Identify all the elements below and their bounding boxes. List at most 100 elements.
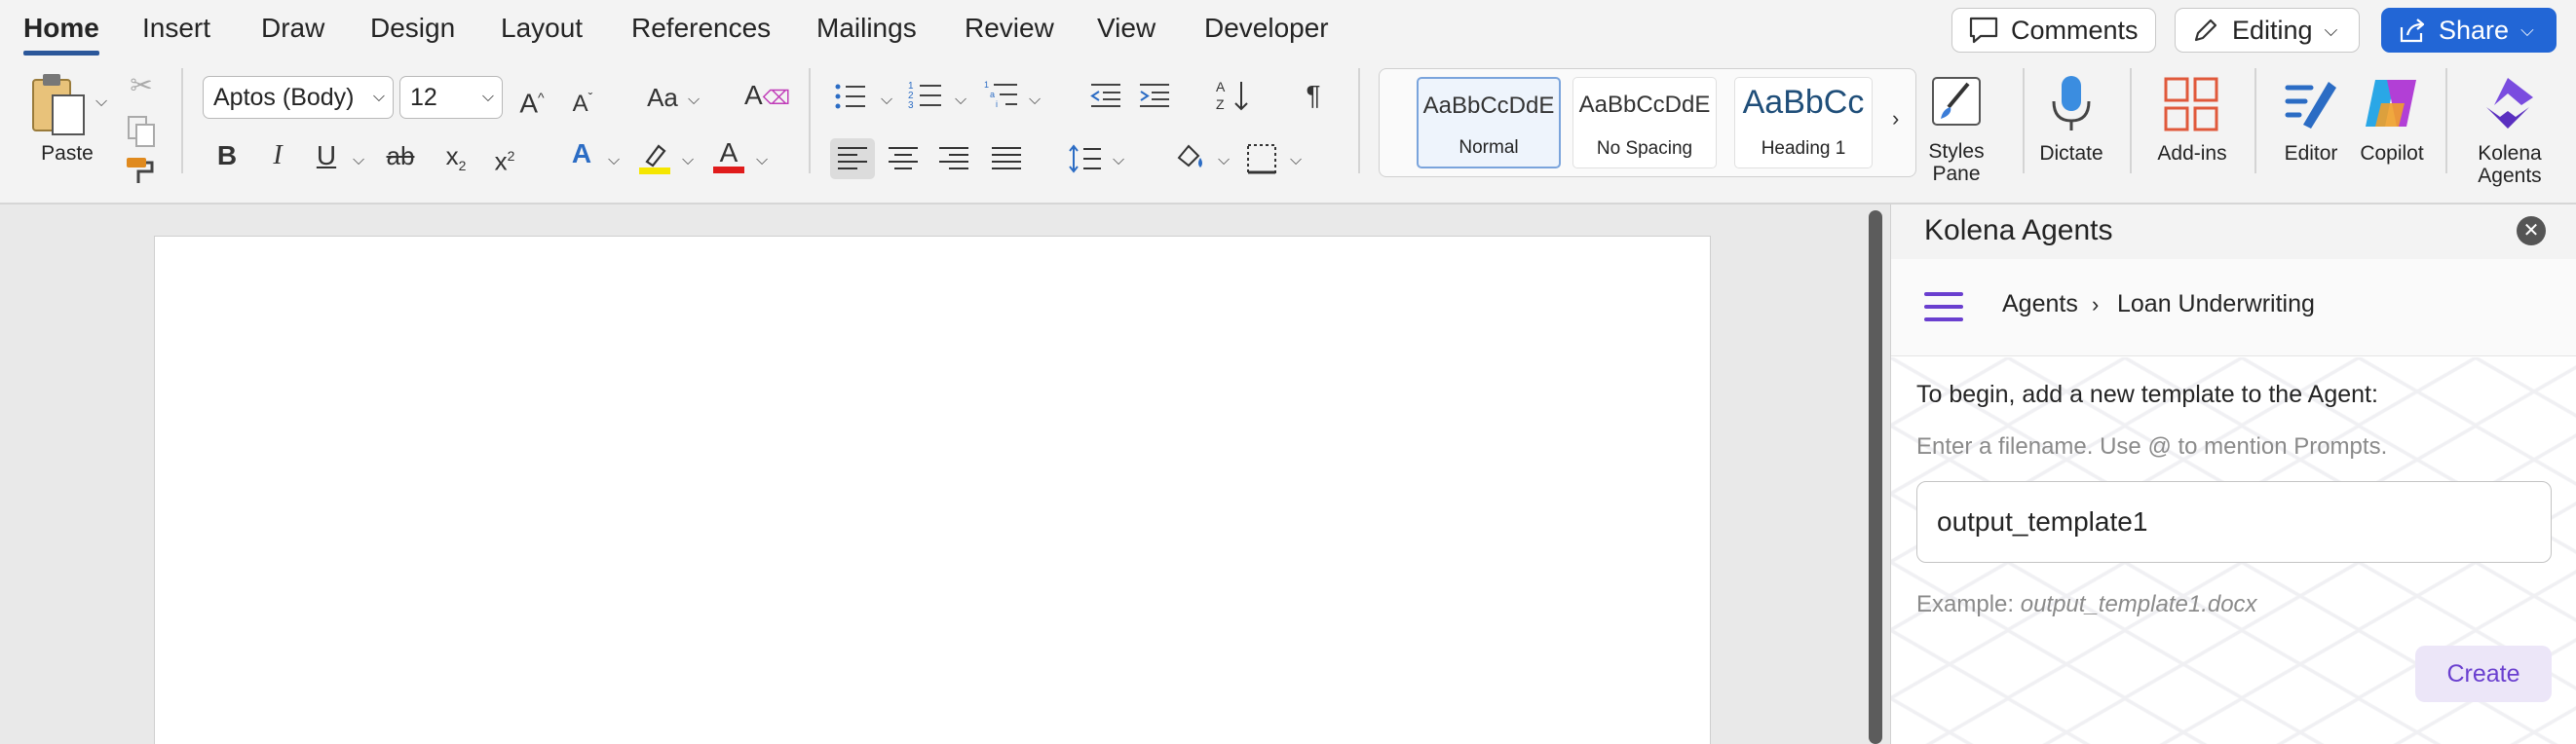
decrease-indent-icon[interactable] bbox=[1089, 82, 1122, 114]
svg-text:A: A bbox=[720, 138, 739, 167]
ribbon-tab-bar: Home Insert Draw Design Layout Reference… bbox=[0, 0, 2576, 60]
font-size-dropdown[interactable]: 12 ⌵ bbox=[399, 76, 503, 119]
pane-header: Kolena Agents ✕ bbox=[1891, 205, 2576, 259]
editing-mode-button[interactable]: Editing ⌵ bbox=[2175, 8, 2360, 53]
paste-button[interactable] bbox=[29, 72, 90, 140]
add-ins-icon[interactable] bbox=[2163, 76, 2219, 137]
style-preview: AaBbCcDdE bbox=[1578, 92, 1711, 118]
tab-layout[interactable]: Layout bbox=[501, 12, 583, 51]
text-effects-icon[interactable]: A bbox=[565, 138, 598, 169]
strikethrough-icon[interactable]: ab bbox=[382, 140, 419, 171]
borders-icon[interactable] bbox=[1245, 142, 1278, 180]
chevron-down-icon[interactable]: ⌵ bbox=[1290, 152, 1302, 169]
editing-label: Editing bbox=[2232, 15, 2313, 45]
style-name: Heading 1 bbox=[1761, 138, 1846, 159]
tab-insert[interactable]: Insert bbox=[142, 12, 210, 51]
align-left-button[interactable] bbox=[830, 138, 875, 179]
tab-references[interactable]: References bbox=[631, 12, 771, 51]
chevron-down-icon[interactable]: ⌵ bbox=[608, 152, 620, 169]
justify-icon[interactable] bbox=[990, 142, 1023, 180]
chevron-down-icon[interactable]: ⌵ bbox=[756, 152, 768, 169]
align-center-icon[interactable] bbox=[887, 142, 920, 180]
font-color-icon[interactable]: A bbox=[711, 137, 746, 180]
chevron-down-icon[interactable]: ⌵ bbox=[955, 92, 966, 109]
chevron-right-icon[interactable]: › bbox=[1892, 106, 1899, 131]
chevron-down-icon: ⌵ bbox=[372, 89, 385, 105]
subscript-icon[interactable]: x2 bbox=[440, 140, 472, 181]
chevron-down-icon[interactable]: ⌵ bbox=[688, 92, 700, 109]
shading-icon[interactable] bbox=[1173, 140, 1208, 178]
styles-pane-icon[interactable] bbox=[1929, 74, 1984, 133]
ribbon-divider bbox=[2130, 68, 2132, 173]
tab-developer[interactable]: Developer bbox=[1204, 12, 1329, 51]
bullets-icon[interactable] bbox=[834, 82, 867, 116]
cut-icon[interactable]: ✂ bbox=[125, 70, 158, 101]
document-canvas bbox=[0, 205, 1890, 744]
comments-label: Comments bbox=[2011, 15, 2139, 45]
italic-icon[interactable]: I bbox=[263, 140, 292, 171]
ribbon-divider bbox=[2445, 68, 2447, 173]
numbering-icon[interactable]: 123 bbox=[908, 80, 943, 116]
add-ins-label: Add-ins bbox=[2157, 142, 2227, 165]
breadcrumb-agents[interactable]: Agents bbox=[2002, 290, 2078, 318]
style-heading-1[interactable]: AaBbCc Heading 1 bbox=[1734, 77, 1873, 168]
tab-view[interactable]: View bbox=[1097, 12, 1155, 51]
pane-title: Kolena Agents bbox=[1924, 214, 2113, 246]
grow-font-icon[interactable]: A^ bbox=[514, 82, 549, 119]
chevron-down-icon[interactable]: ⌵ bbox=[1029, 92, 1041, 109]
kolena-agents-pane: Kolena Agents ✕ Agents › Loan Underwriti… bbox=[1890, 205, 2576, 744]
vertical-scrollbar[interactable] bbox=[1869, 210, 1882, 744]
clear-formatting-icon[interactable]: A⌫ bbox=[744, 80, 790, 114]
editor-icon[interactable] bbox=[2282, 74, 2338, 137]
line-spacing-icon[interactable] bbox=[1068, 142, 1103, 180]
tab-review[interactable]: Review bbox=[965, 12, 1054, 51]
tab-design[interactable]: Design bbox=[370, 12, 455, 51]
font-size-value: 12 bbox=[410, 83, 437, 111]
sort-icon[interactable]: AZ bbox=[1216, 78, 1251, 118]
style-name: No Spacing bbox=[1596, 138, 1693, 159]
underline-icon[interactable]: U bbox=[312, 140, 341, 171]
chevron-down-icon[interactable]: ⌵ bbox=[353, 152, 364, 169]
copy-icon[interactable] bbox=[125, 115, 158, 153]
copilot-icon[interactable] bbox=[2362, 74, 2420, 137]
chevron-down-icon[interactable]: ⌵ bbox=[1218, 152, 1230, 169]
tab-mailings[interactable]: Mailings bbox=[816, 12, 917, 51]
highlight-color-icon[interactable] bbox=[637, 140, 672, 180]
close-icon[interactable]: ✕ bbox=[2517, 216, 2546, 245]
font-name-dropdown[interactable]: Aptos (Body) ⌵ bbox=[203, 76, 394, 119]
kolena-agents-icon[interactable] bbox=[2479, 74, 2537, 137]
bold-icon[interactable]: B bbox=[212, 140, 242, 171]
create-button[interactable]: Create bbox=[2415, 646, 2552, 702]
chevron-down-icon[interactable]: ⌵ bbox=[881, 92, 892, 109]
paste-options-chevron-icon[interactable]: ⌵ bbox=[95, 93, 107, 111]
document-page[interactable] bbox=[154, 236, 1711, 744]
superscript-icon[interactable]: x2 bbox=[489, 140, 520, 177]
style-normal[interactable]: AaBbCcDdE Normal bbox=[1417, 77, 1561, 168]
filename-input[interactable] bbox=[1916, 481, 2552, 563]
styles-gallery: AaBbCcDdE Normal AaBbCcDdE No Spacing Aa… bbox=[1379, 68, 1916, 177]
microphone-icon[interactable] bbox=[2050, 74, 2093, 137]
chevron-right-icon: › bbox=[2092, 292, 2100, 316]
font-name-value: Aptos (Body) bbox=[213, 83, 355, 111]
increase-indent-icon[interactable] bbox=[1138, 82, 1171, 114]
tab-home[interactable]: Home bbox=[23, 12, 99, 56]
show-formatting-marks-icon[interactable]: ¶ bbox=[1298, 80, 1329, 111]
clipboard-icon bbox=[32, 74, 85, 135]
chevron-down-icon: ⌵ bbox=[481, 89, 494, 105]
change-case-button[interactable]: Aa bbox=[643, 82, 682, 113]
style-no-spacing[interactable]: AaBbCcDdE No Spacing bbox=[1572, 77, 1717, 168]
chevron-down-icon[interactable]: ⌵ bbox=[682, 152, 694, 169]
tab-draw[interactable]: Draw bbox=[261, 12, 324, 51]
share-button[interactable]: Share ⌵ bbox=[2381, 8, 2557, 53]
chevron-down-icon[interactable]: ⌵ bbox=[1113, 152, 1124, 169]
hamburger-menu-icon[interactable] bbox=[1924, 292, 1963, 321]
multilevel-list-icon[interactable]: 1ai bbox=[984, 80, 1019, 116]
chevron-down-icon: ⌵ bbox=[2520, 19, 2534, 40]
format-painter-icon[interactable] bbox=[123, 154, 158, 192]
paste-label: Paste bbox=[41, 142, 94, 165]
comments-button[interactable]: Comments bbox=[1951, 8, 2156, 53]
svg-text:Z: Z bbox=[1216, 96, 1225, 112]
align-right-icon[interactable] bbox=[937, 142, 970, 180]
shrink-font-icon[interactable]: Aˇ bbox=[565, 82, 600, 120]
ribbon-home: ⌵ Paste ✂ Aptos (Body) ⌵ 12 ⌵ A^ Aˇ Aa ⌵… bbox=[0, 60, 2576, 205]
